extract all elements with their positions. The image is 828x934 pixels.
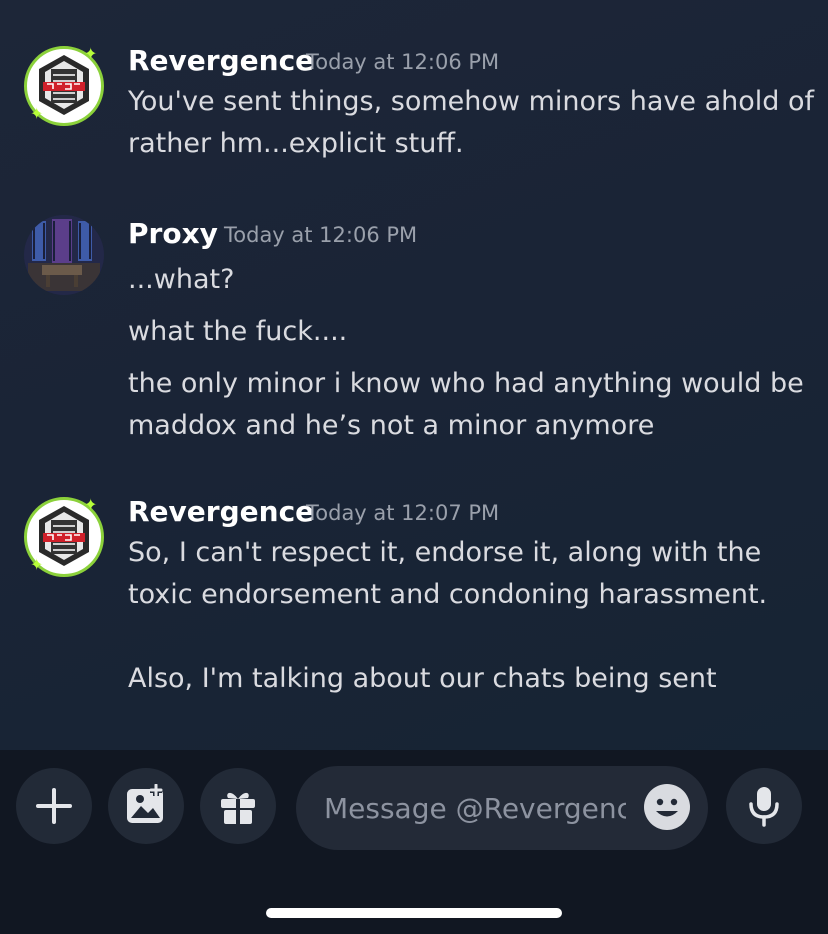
gift-icon bbox=[221, 792, 255, 824]
message-text: Also, I'm talking about our chats being … bbox=[128, 663, 717, 694]
message-text: what the fuck.... bbox=[128, 316, 348, 347]
message-text: So, I can't respect it, endorse it, alon… bbox=[128, 537, 762, 568]
message-text: toxic endorsement and condoning harassme… bbox=[128, 579, 768, 610]
sparkle-icon: ✦ bbox=[30, 555, 44, 574]
avatar-proxy[interactable] bbox=[24, 215, 104, 295]
plus-icon bbox=[36, 788, 72, 824]
proxy-photo-icon bbox=[24, 215, 104, 295]
gift-button[interactable] bbox=[200, 768, 276, 844]
message-text: You've sent things, somehow minors have … bbox=[128, 86, 815, 117]
image-button[interactable] bbox=[108, 768, 184, 844]
composer-bar bbox=[0, 750, 828, 934]
home-indicator[interactable] bbox=[266, 908, 562, 918]
timestamp: Today at 12:06 PM bbox=[224, 223, 418, 247]
add-attachment-button[interactable] bbox=[16, 768, 92, 844]
mic-icon bbox=[749, 787, 779, 827]
message-text: rather hm...explicit stuff. bbox=[128, 128, 464, 159]
message-text: maddox and he’s not a minor anymore bbox=[128, 410, 655, 441]
message-field[interactable] bbox=[296, 766, 708, 850]
message-text: ...what? bbox=[128, 264, 235, 295]
voice-message-button[interactable] bbox=[726, 768, 802, 844]
message-input[interactable] bbox=[324, 788, 626, 828]
author-name[interactable]: Proxy bbox=[128, 217, 218, 250]
author-name[interactable]: Revergence bbox=[128, 44, 314, 77]
author-name[interactable]: Revergence bbox=[128, 495, 314, 528]
emoji-button[interactable] bbox=[644, 784, 690, 830]
sparkle-icon: ✦ bbox=[84, 495, 98, 514]
timestamp: Today at 12:06 PM bbox=[306, 50, 500, 74]
message-list: ✦ ✦ Revergence Today at 12:06 PM You've … bbox=[0, 0, 828, 750]
smiley-icon bbox=[656, 798, 678, 817]
message-text: the only minor i know who had anything w… bbox=[128, 368, 804, 399]
image-icon bbox=[127, 784, 163, 823]
sparkle-icon: ✦ bbox=[30, 104, 44, 123]
sparkle-icon: ✦ bbox=[84, 44, 98, 63]
timestamp: Today at 12:07 PM bbox=[306, 501, 500, 525]
